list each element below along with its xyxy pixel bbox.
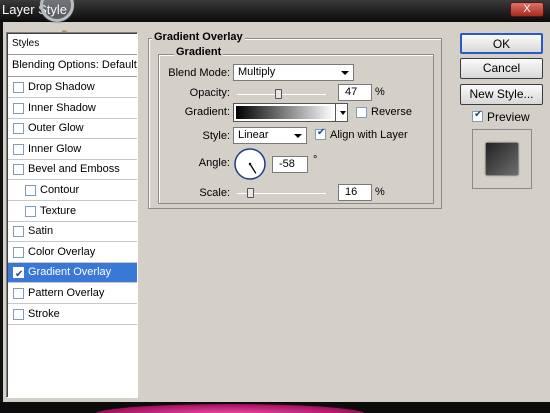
sidebar-item-texture[interactable]: Texture [8,202,137,222]
sidebar-item-inner-shadow[interactable]: Inner Shadow [8,99,137,119]
sidebar-item-label: Texture [40,204,77,217]
style-value: Linear [238,129,269,141]
sidebar-checkbox[interactable] [13,102,24,114]
check-icon: ✔ [15,269,24,281]
blend-mode-label: Blend Mode: [168,67,230,79]
check-icon: ✔ [474,109,483,120]
sidebar-checkbox[interactable] [13,226,24,238]
sidebar-checkbox[interactable] [13,82,24,93]
background-strip [0,402,550,413]
sidebar-item-drop-shadow[interactable]: Drop Shadow [8,78,137,98]
preview-swatch [486,143,518,175]
sidebar-item-stroke[interactable]: Stroke [8,305,137,325]
align-with-layer-checkbox[interactable]: ✔ [315,127,326,140]
opacity-label: Opacity: [189,87,230,99]
sidebar-item-label: Pattern Overlay [28,287,105,299]
sidebar-checkbox[interactable] [13,164,24,176]
sidebar-item-label: Outer Glow [28,122,84,135]
title-bar: Layer Style X [0,0,550,22]
sidebar-item-label: Stroke [28,307,60,320]
sidebar-checkbox[interactable] [13,288,24,299]
gradient-dropdown[interactable] [335,104,347,121]
blending-options-item[interactable]: Blending Options: Default [8,56,137,77]
background-glow [95,404,365,413]
sidebar-item-label: Drop Shadow [28,81,95,93]
scale-unit: % [375,186,385,198]
blending-options-label: Blending Options: Default [12,59,137,71]
sidebar-item-gradient-overlay[interactable]: ✔ Gradient Overlay [8,263,137,284]
sidebar-checkbox[interactable] [13,308,24,320]
blend-mode-select[interactable]: Multiply [233,64,354,81]
style-label: Style: [202,130,230,142]
sidebar-item-label: Bevel and Emboss [28,163,120,176]
style-select[interactable]: Linear [233,127,307,144]
preview-checkbox[interactable]: ✔ [472,109,483,122]
sidebar-checkbox[interactable] [25,185,36,196]
gradient-label: Gradient: [184,106,230,118]
sidebar-item-inner-glow[interactable]: Inner Glow [8,140,137,160]
close-button[interactable]: X [510,2,544,17]
angle-dial-center [248,162,252,166]
styles-header[interactable]: Styles [8,34,137,55]
sidebar-checkbox[interactable] [13,143,24,155]
sidebar-item-label: Gradient Overlay [28,266,112,279]
gradient-preview-swatch [236,106,334,119]
chevron-down-icon [341,71,349,75]
check-icon: ✔ [317,127,326,138]
angle-input[interactable]: -58 [272,156,308,173]
angle-dial[interactable] [233,147,267,181]
gradient-group-label: Gradient [174,46,224,58]
sidebar-item-label: Contour [40,184,80,196]
sidebar-item-color-overlay[interactable]: Color Overlay [8,243,137,263]
sidebar-item-label: Inner Glow [28,142,82,155]
opacity-slider-thumb[interactable] [274,89,282,99]
sidebar-checkbox[interactable]: ✔ [13,267,24,280]
reverse-checkbox[interactable] [356,107,367,118]
sidebar-item-outer-glow[interactable]: Outer Glow [8,119,137,140]
window-edge [0,22,3,402]
sidebar-checkbox[interactable] [25,205,36,217]
gradient-picker[interactable] [233,103,348,122]
blend-mode-value: Multiply [238,66,276,78]
preview-label: Preview [487,110,530,124]
preview-thumbnail [472,129,532,189]
new-style-button[interactable]: New Style... [460,84,543,105]
panel-title: Gradient Overlay [152,31,245,43]
sidebar-item-bevel-and-emboss[interactable]: Bevel and Emboss [8,160,137,181]
sidebar-item-label: Satin [28,225,54,238]
chevron-down-icon [294,134,302,138]
sidebar-item-label: Inner Shadow [28,101,96,114]
ok-button[interactable]: OK [460,33,543,54]
scale-input[interactable]: 16 [338,184,372,201]
sidebar-item-contour[interactable]: Contour [8,181,137,201]
align-with-layer-label: Align with Layer [330,129,408,141]
angle-unit: ° [313,154,318,166]
sidebar-item-label: Color Overlay [28,245,96,258]
sidebar-item-satin[interactable]: Satin [8,222,137,243]
styles-list: Styles Blending Options: Default Drop Sh… [6,32,138,398]
opacity-input[interactable]: 47 [338,84,372,101]
angle-label: Angle: [198,157,230,169]
chevron-down-icon [340,111,346,115]
sidebar-item-pattern-overlay[interactable]: Pattern Overlay [8,284,137,304]
scale-label: Scale: [199,187,230,199]
reverse-label: Reverse [371,106,412,118]
sidebar-checkbox[interactable] [13,246,24,258]
opacity-unit: % [375,86,385,98]
styles-header-label: Styles [12,38,40,49]
cancel-button[interactable]: Cancel [460,58,543,79]
scale-slider-thumb[interactable] [247,188,255,198]
sidebar-checkbox[interactable] [13,123,24,135]
